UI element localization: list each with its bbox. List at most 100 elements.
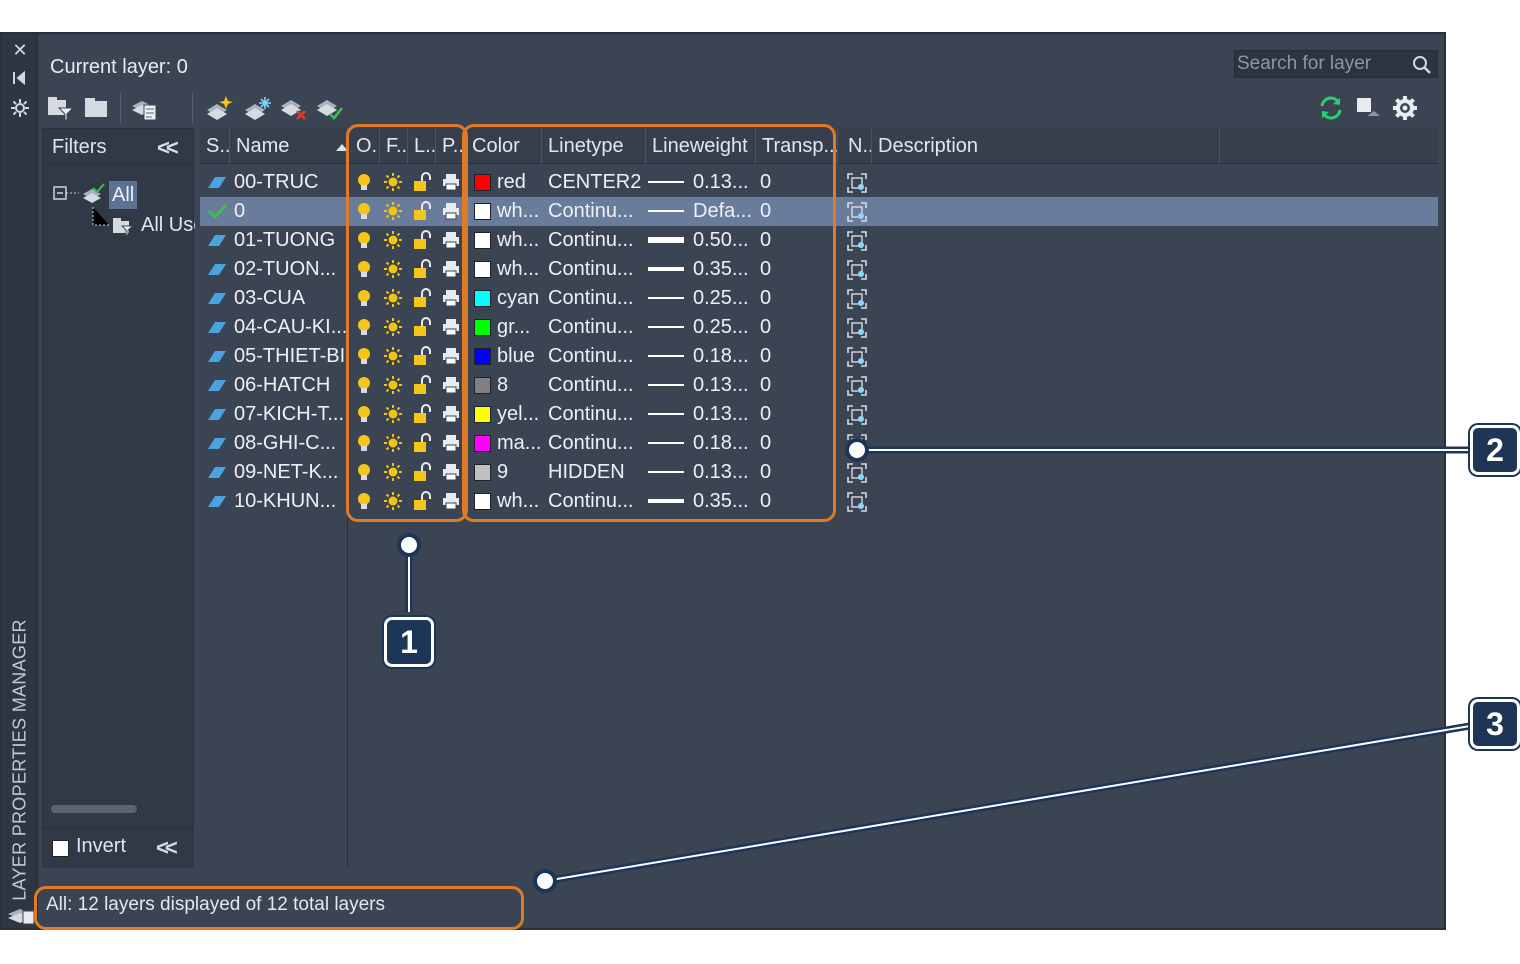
linetype-cell[interactable]: CENTER2 <box>548 168 642 197</box>
new-layer-icon[interactable] <box>204 94 234 122</box>
unlock-icon[interactable] <box>412 433 432 453</box>
color-name-cell[interactable]: wh... <box>497 487 541 516</box>
on-lightbulb-icon[interactable] <box>354 259 374 279</box>
settings-icon[interactable] <box>1390 94 1420 122</box>
color-swatch[interactable] <box>474 203 491 220</box>
unlock-icon[interactable] <box>412 201 432 221</box>
search-input[interactable] <box>1237 51 1407 77</box>
refresh-icon[interactable] <box>1316 94 1346 122</box>
layer-status-icon[interactable] <box>206 347 228 365</box>
color-name-cell[interactable]: wh... <box>497 255 541 284</box>
color-name-cell[interactable]: wh... <box>497 226 541 255</box>
thaw-sun-icon[interactable] <box>383 317 403 337</box>
color-name-cell[interactable]: yel... <box>497 400 541 429</box>
properties-icon[interactable] <box>10 98 30 118</box>
table-row[interactable]: 07-KICH-T... yel... Continu... 0.13... 0 <box>200 400 1438 429</box>
layer-stack-icon[interactable] <box>6 898 36 926</box>
on-lightbulb-icon[interactable] <box>354 317 374 337</box>
on-lightbulb-icon[interactable] <box>354 491 374 511</box>
plot-printer-icon[interactable] <box>441 404 461 424</box>
lineweight-cell[interactable]: 0.13... <box>693 168 753 197</box>
linetype-cell[interactable]: Continu... <box>548 487 642 516</box>
plot-printer-icon[interactable] <box>441 462 461 482</box>
thaw-sun-icon[interactable] <box>383 491 403 511</box>
lineweight-cell[interactable]: 0.50... <box>693 226 753 255</box>
layer-states-manager-icon[interactable] <box>130 94 160 122</box>
plot-printer-icon[interactable] <box>441 375 461 395</box>
linetype-cell[interactable]: Continu... <box>548 197 642 226</box>
on-lightbulb-icon[interactable] <box>354 288 374 308</box>
column-header-name[interactable]: Name <box>230 128 348 164</box>
lineweight-cell[interactable]: 0.18... <box>693 429 753 458</box>
new-layer-vp-frozen-icon[interactable] <box>242 94 272 122</box>
color-swatch[interactable] <box>474 493 491 510</box>
lineweight-cell[interactable]: 0.25... <box>693 284 753 313</box>
linetype-cell[interactable]: Continu... <box>548 284 642 313</box>
transparency-cell[interactable]: 0 <box>760 458 800 487</box>
table-row[interactable]: 08-GHI-C... ma... Continu... 0.18... 0 <box>200 429 1438 458</box>
thaw-sun-icon[interactable] <box>383 404 403 424</box>
layer-name-cell[interactable]: 06-HATCH <box>234 371 346 400</box>
linetype-cell[interactable]: Continu... <box>548 429 642 458</box>
thaw-sun-icon[interactable] <box>383 201 403 221</box>
layer-name-cell[interactable]: 10-KHUN... <box>234 487 346 516</box>
table-row[interactable]: 02-TUON... wh... Continu... 0.35... 0 <box>200 255 1438 284</box>
unlock-icon[interactable] <box>412 317 432 337</box>
lineweight-cell[interactable]: 0.25... <box>693 313 753 342</box>
plot-printer-icon[interactable] <box>441 230 461 250</box>
new-property-filter-icon[interactable] <box>46 94 76 122</box>
thaw-sun-icon[interactable] <box>383 346 403 366</box>
color-swatch[interactable] <box>474 435 491 452</box>
new-vp-freeze-icon[interactable] <box>846 230 868 252</box>
delete-layer-icon[interactable] <box>278 94 308 122</box>
current-layer-check-icon[interactable] <box>206 202 228 220</box>
thaw-sun-icon[interactable] <box>383 259 403 279</box>
layer-status-icon[interactable] <box>206 463 228 481</box>
invert-checkbox[interactable] <box>52 840 69 857</box>
layer-name-cell[interactable]: 0 <box>234 197 346 226</box>
color-swatch[interactable] <box>474 377 491 394</box>
color-swatch[interactable] <box>474 232 491 249</box>
table-row[interactable]: 04-CAU-KI... gr... Continu... 0.25... 0 <box>200 313 1438 342</box>
lineweight-cell[interactable]: 0.35... <box>693 255 753 284</box>
new-vp-freeze-icon[interactable] <box>846 259 868 281</box>
new-vp-freeze-icon[interactable] <box>846 317 868 339</box>
column-header-description[interactable]: Description <box>872 128 1220 164</box>
on-lightbulb-icon[interactable] <box>354 201 374 221</box>
unlock-icon[interactable] <box>412 404 432 424</box>
layer-name-cell[interactable]: 09-NET-K... <box>234 458 346 487</box>
transparency-cell[interactable]: 0 <box>760 313 800 342</box>
layer-status-icon[interactable] <box>206 492 228 510</box>
layer-merge-icon[interactable] <box>1352 94 1382 122</box>
unlock-icon[interactable] <box>412 491 432 511</box>
color-name-cell[interactable]: cyan <box>497 284 541 313</box>
plot-printer-icon[interactable] <box>441 433 461 453</box>
thaw-sun-icon[interactable] <box>383 288 403 308</box>
table-row[interactable]: 00-TRUC red CENTER2 0.13... 0 <box>200 168 1438 197</box>
collapse-icon[interactable]: << <box>156 835 178 861</box>
unlock-icon[interactable] <box>412 462 432 482</box>
color-swatch[interactable] <box>474 174 491 191</box>
column-header-status[interactable]: S.. <box>200 128 230 164</box>
color-swatch[interactable] <box>474 406 491 423</box>
linetype-cell[interactable]: Continu... <box>548 255 642 284</box>
table-row[interactable]: 0 wh... Continu... Defa... 0 <box>200 197 1438 226</box>
column-header-plot[interactable]: P.. <box>436 128 466 164</box>
lineweight-cell[interactable]: 0.13... <box>693 371 753 400</box>
layer-status-icon[interactable] <box>206 318 228 336</box>
filter-tree-all[interactable]: All <box>109 181 138 209</box>
layer-name-cell[interactable]: 04-CAU-KI... <box>234 313 346 342</box>
color-swatch[interactable] <box>474 319 491 336</box>
layer-status-icon[interactable] <box>206 260 228 278</box>
layer-name-cell[interactable]: 03-CUA <box>234 284 346 313</box>
layer-status-icon[interactable] <box>206 376 228 394</box>
column-header-lineweight[interactable]: Lineweight <box>646 128 756 164</box>
plot-printer-icon[interactable] <box>441 201 461 221</box>
color-name-cell[interactable]: blue <box>497 342 541 371</box>
new-vp-freeze-icon[interactable] <box>846 288 868 310</box>
new-vp-freeze-icon[interactable] <box>846 491 868 513</box>
lineweight-cell[interactable]: Defa... <box>693 197 753 226</box>
color-name-cell[interactable]: red <box>497 168 541 197</box>
table-row[interactable]: 06-HATCH 8 Continu... 0.13... 0 <box>200 371 1438 400</box>
on-lightbulb-icon[interactable] <box>354 346 374 366</box>
